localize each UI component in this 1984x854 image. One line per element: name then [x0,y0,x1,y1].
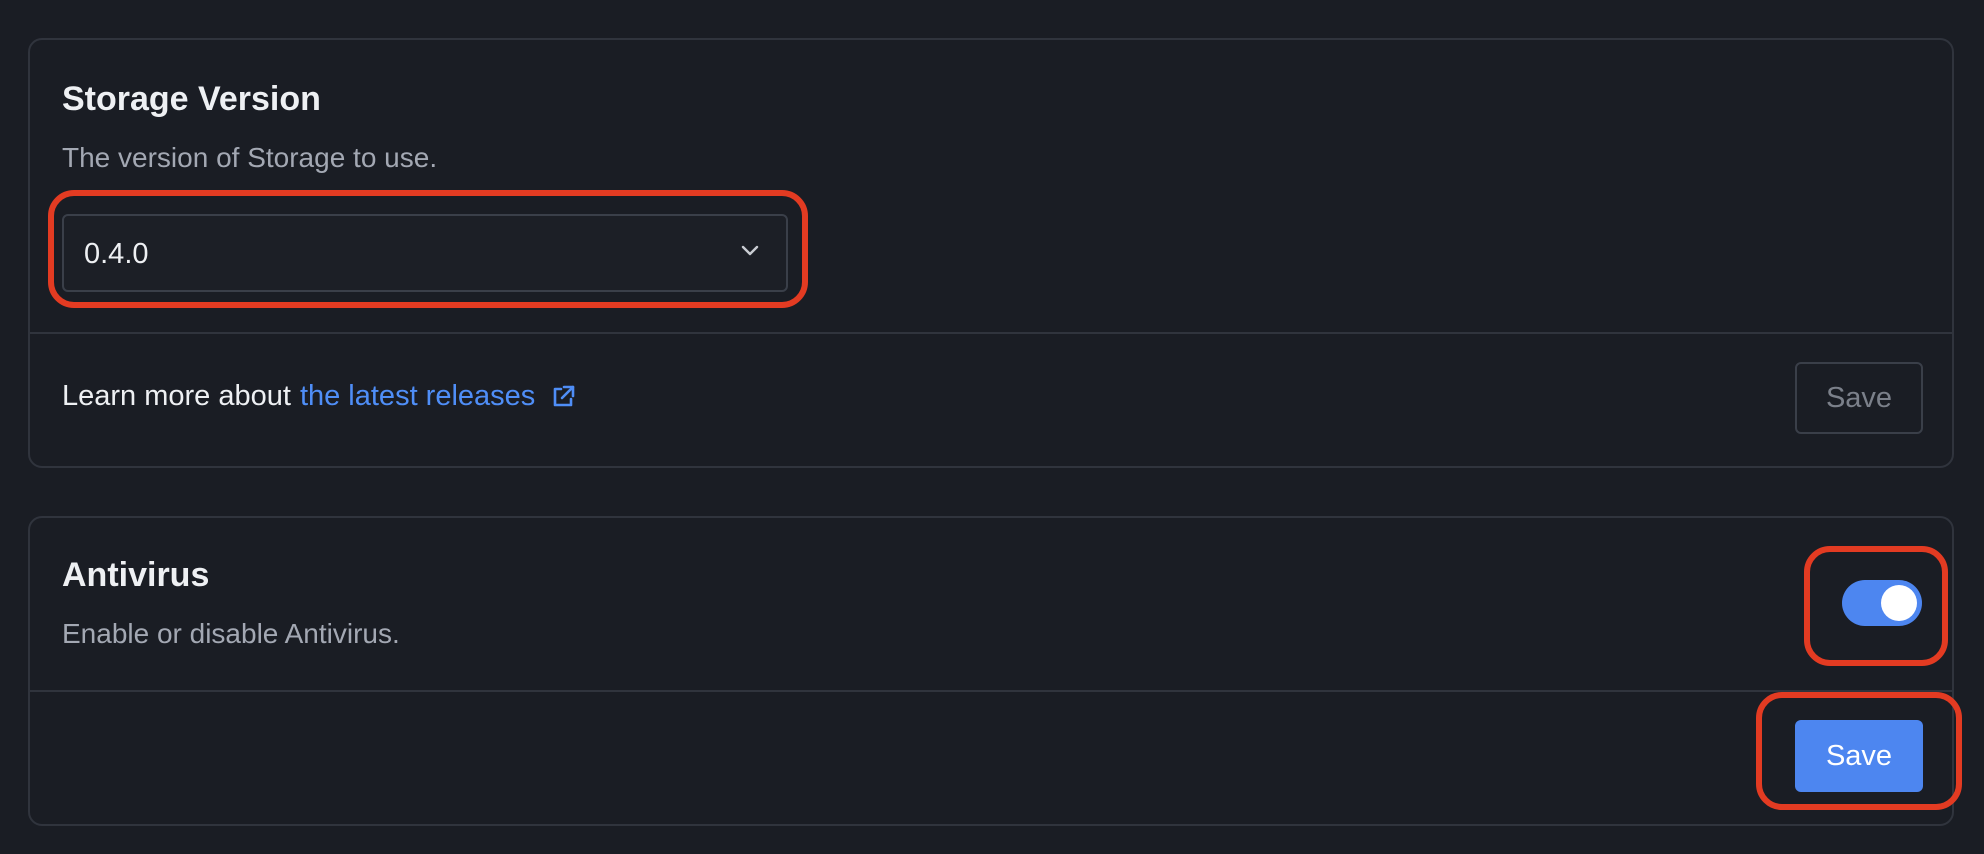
storage-version-description: The version of Storage to use. [62,142,438,173]
toggle-knob [1881,585,1917,621]
card-divider [30,332,1952,334]
antivirus-description: Enable or disable Antivirus. [62,618,400,649]
antivirus-toggle[interactable] [1842,580,1922,626]
storage-save-button[interactable]: Save [1795,362,1923,434]
chevron-down-icon [740,244,760,263]
releases-note-prefix: Learn more about [62,380,291,412]
latest-releases-link[interactable]: the latest releases [300,380,577,413]
card-divider [30,690,1952,692]
storage-version-value: 0.4.0 [84,238,149,270]
storage-version-title: Storage Version [62,80,321,118]
external-link-icon [549,383,577,411]
antivirus-title: Antivirus [62,556,210,594]
latest-releases-link-label: the latest releases [299,380,536,412]
releases-note: Learn more about the latest releases [62,380,577,413]
storage-version-card: Storage Version The version of Storage t… [28,38,1954,468]
antivirus-card: Antivirus Enable or disable Antivirus. S… [28,516,1954,826]
antivirus-save-button[interactable]: Save [1795,720,1923,792]
storage-version-select[interactable]: 0.4.0 [62,214,788,292]
